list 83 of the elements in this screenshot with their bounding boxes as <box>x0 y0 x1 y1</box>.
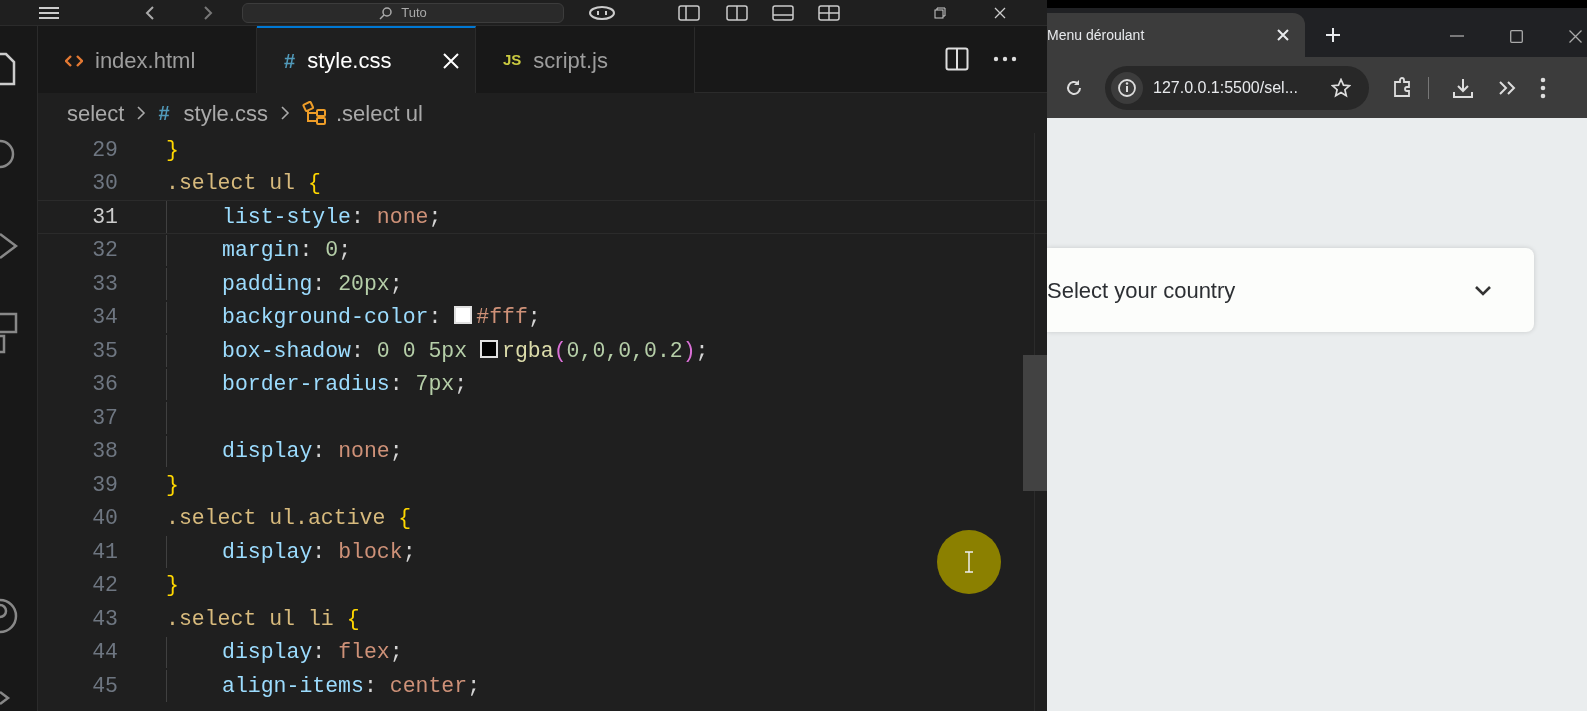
line-number: 38 <box>91 438 118 466</box>
menu-icon[interactable] <box>1540 76 1546 99</box>
color-swatch[interactable] <box>480 339 499 358</box>
code-line: list-style: none; <box>222 203 442 231</box>
tab-label: script.js <box>533 47 609 75</box>
editor-tab[interactable]: JS script.js <box>476 26 695 93</box>
browser-tab[interactable]: Menu déroulant <box>1047 13 1305 57</box>
run-icon[interactable] <box>0 232 18 260</box>
more-icon[interactable] <box>993 56 1017 62</box>
url-text: 127.0.0.1:5500/sel... <box>1153 77 1299 98</box>
symbol-icon <box>301 101 328 125</box>
close-icon[interactable] <box>994 6 1006 19</box>
code-line: .select ul.active { <box>166 505 412 533</box>
text-cursor-icon <box>964 551 974 573</box>
maximize-icon[interactable] <box>1510 30 1523 43</box>
scrollbar-thumb[interactable] <box>1023 355 1047 491</box>
chevron-right-icon <box>279 105 290 121</box>
code-line: box-shadow: 0 0 5px rgba(0,0,0,0.2); <box>222 337 709 365</box>
line-number: 39 <box>91 471 118 499</box>
code-line: .select ul li { <box>166 605 360 633</box>
line-number: 33 <box>91 270 118 298</box>
line-number: 37 <box>91 404 118 432</box>
editor-tab[interactable]: index.html <box>38 26 257 93</box>
code-brackets-icon <box>65 53 83 68</box>
code-line: display: flex; <box>222 639 403 667</box>
breadcrumb-item[interactable]: style.css <box>183 96 268 130</box>
editor-tab[interactable]: # style.css <box>257 26 476 93</box>
code-line: .select ul { <box>166 170 321 198</box>
layout-icon[interactable] <box>726 4 748 21</box>
code-line: } <box>166 136 179 164</box>
line-number: 44 <box>91 639 118 667</box>
line-number: 29 <box>91 136 118 164</box>
css-file-icon: # <box>284 45 296 76</box>
code-line: margin: 0; <box>222 237 352 265</box>
code-line: } <box>166 471 179 499</box>
line-number: 45 <box>91 672 118 700</box>
code-line: align-items: center; <box>222 672 481 700</box>
breadcrumb-item[interactable]: select <box>67 96 125 130</box>
code-line: background-color: #fff; <box>222 304 541 332</box>
js-file-icon: JS <box>503 49 522 72</box>
line-number: 36 <box>91 371 118 399</box>
download-icon[interactable] <box>1452 76 1474 99</box>
address-bar[interactable]: 127.0.0.1:5500/sel... <box>1105 65 1369 110</box>
line-number: 30 <box>91 170 118 198</box>
css-file-icon: # <box>158 98 170 128</box>
code-line: display: none; <box>222 438 403 466</box>
chevron-right-icon <box>136 105 147 121</box>
command-search-field[interactable]: Tuto <box>242 2 564 23</box>
code-line: padding: 20px; <box>222 270 403 298</box>
files-icon[interactable] <box>0 52 16 86</box>
country-select[interactable]: Select your country <box>1047 248 1534 332</box>
tab-title: Menu déroulant <box>1047 25 1146 45</box>
color-swatch[interactable] <box>454 306 473 325</box>
line-number: 42 <box>91 572 118 600</box>
reload-icon[interactable] <box>1065 78 1083 97</box>
line-number: 41 <box>91 538 118 566</box>
code-line: display: block; <box>222 538 416 566</box>
line-number: 31 <box>91 203 118 231</box>
tab-label: style.css <box>307 47 393 75</box>
split-editor-icon[interactable] <box>945 47 969 71</box>
chevron-down-icon <box>1474 284 1492 296</box>
layout-icon[interactable] <box>772 4 794 21</box>
close-icon[interactable] <box>1569 30 1582 43</box>
chevrons-icon[interactable] <box>1498 79 1516 96</box>
code-line: } <box>166 572 179 600</box>
restore-icon[interactable] <box>934 6 946 19</box>
layout-icon[interactable] <box>818 4 840 21</box>
line-number: 43 <box>91 605 118 633</box>
breadcrumb-item[interactable]: .select ul <box>335 96 423 130</box>
new-tab-icon[interactable] <box>1325 27 1341 43</box>
search-text: Tuto <box>401 3 427 22</box>
line-number: 35 <box>91 337 118 365</box>
line-number: 32 <box>91 237 118 265</box>
menu-icon[interactable] <box>38 5 60 20</box>
select-placeholder: Select your country <box>1047 276 1237 305</box>
line-number: 40 <box>91 505 118 533</box>
line-number: 34 <box>91 304 118 332</box>
code-line: border-radius: 7px; <box>222 371 468 399</box>
info-icon[interactable] <box>1111 71 1143 104</box>
tab-label: index.html <box>95 47 197 75</box>
star-icon[interactable] <box>1331 77 1351 98</box>
layout-icon[interactable] <box>678 4 700 21</box>
copilot-icon[interactable] <box>588 4 616 21</box>
